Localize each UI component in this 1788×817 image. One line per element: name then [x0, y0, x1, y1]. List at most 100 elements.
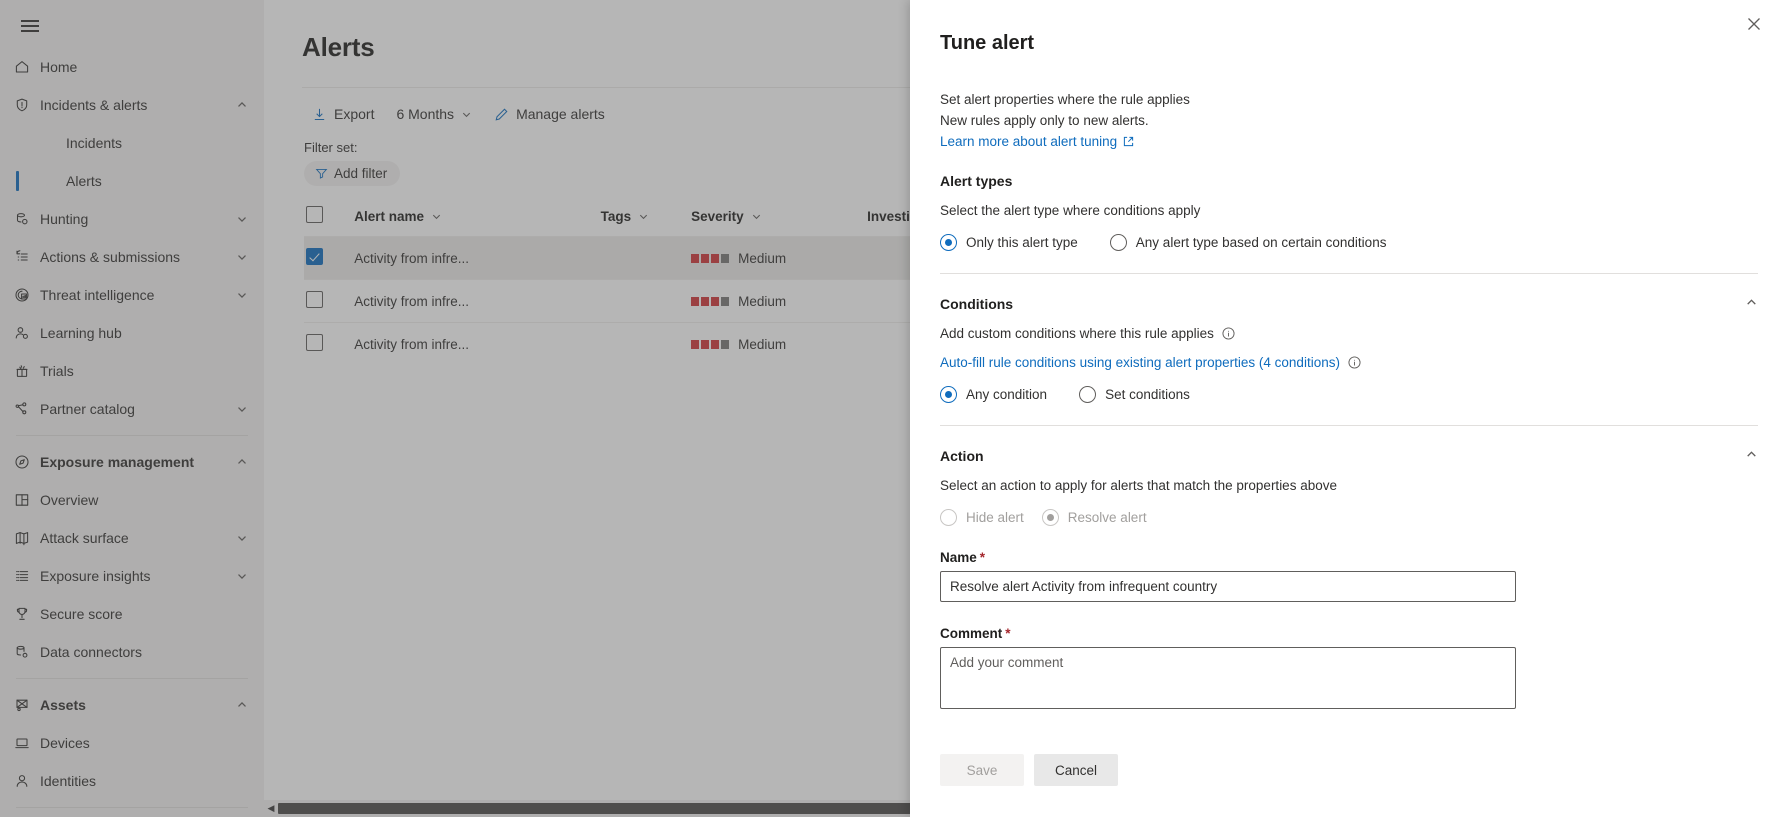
chevron-down-icon[interactable] [234, 532, 250, 544]
section-divider [940, 425, 1758, 426]
sidebar-item-home[interactable]: Home [0, 48, 264, 86]
comment-field-label: Comment* [940, 626, 1758, 641]
row-checkbox[interactable] [306, 291, 323, 308]
sidebar-item-assets[interactable]: Assets [0, 686, 264, 724]
conditions-radio-group: Any condition Set conditions [940, 386, 1758, 403]
panel-intro-line-2: New rules apply only to new alerts. [940, 110, 1758, 131]
panel-footer-buttons: Save Cancel [940, 754, 1758, 786]
chevron-up-icon[interactable] [234, 456, 250, 468]
conditions-heading: Conditions [940, 296, 1013, 312]
sidebar-item-label: Devices [40, 735, 234, 751]
sidebar-item-secure-score[interactable]: Secure score [0, 595, 264, 633]
manage-alerts-button[interactable]: Manage alerts [486, 100, 613, 128]
chevron-down-icon [431, 211, 442, 222]
sidebar-item-trials[interactable]: Trials [0, 352, 264, 390]
chevron-down-icon [461, 109, 472, 120]
severity-bars [691, 254, 729, 263]
tune-alert-panel: Tune alert Set alert properties where th… [910, 0, 1788, 817]
chevron-up-icon[interactable] [1745, 448, 1758, 464]
time-range-label: 6 Months [396, 106, 454, 122]
alert-types-heading-row: Alert types [940, 173, 1758, 189]
row-checkbox-cell [304, 280, 354, 323]
radio-set-conditions[interactable]: Set conditions [1079, 386, 1190, 403]
radio-label: Any alert type based on certain conditio… [1136, 235, 1387, 250]
conditions-heading-row[interactable]: Conditions [940, 296, 1758, 312]
chevron-down-icon[interactable] [234, 251, 250, 263]
filter-icon [315, 167, 328, 180]
cancel-button[interactable]: Cancel [1034, 754, 1118, 786]
cell-tags [601, 323, 692, 366]
sidebar-item-hunting[interactable]: Hunting [0, 200, 264, 238]
required-asterisk: * [1005, 626, 1010, 641]
sidebar-item-exposure-insights[interactable]: Exposure insights [0, 557, 264, 595]
column-severity[interactable]: Severity [691, 200, 867, 237]
chevron-up-icon[interactable] [234, 699, 250, 711]
name-input[interactable] [940, 571, 1516, 602]
sidebar-item-attack-surface[interactable]: Attack surface [0, 519, 264, 557]
cell-severity: Medium [691, 323, 867, 366]
sidebar-item-partner-catalog[interactable]: Partner catalog [0, 390, 264, 428]
action-heading-row[interactable]: Action [940, 448, 1758, 464]
radio-any-alert-type[interactable]: Any alert type based on certain conditio… [1110, 234, 1387, 251]
sidebar-item-data-connectors[interactable]: Data connectors [0, 633, 264, 671]
row-checkbox-cell [304, 323, 354, 366]
menu-icon[interactable] [6, 4, 54, 48]
scroll-left-arrow[interactable]: ◀ [264, 803, 278, 814]
close-icon[interactable] [1738, 8, 1770, 40]
sidebar-item-label: Secure score [40, 606, 234, 622]
radio-any-condition[interactable]: Any condition [940, 386, 1047, 403]
learn-more-link[interactable]: Learn more about alert tuning [940, 134, 1134, 149]
app-root: Home Incidents & alerts IncidentsAlerts Hun… [0, 0, 1788, 817]
name-label-text: Name [940, 550, 977, 565]
chevron-down-icon[interactable] [234, 570, 250, 582]
alert-types-description: Select the alert type where conditions a… [940, 203, 1758, 218]
actions-icon [14, 249, 40, 265]
info-icon[interactable] [1348, 356, 1361, 369]
chevron-down-icon[interactable] [234, 213, 250, 225]
row-checkbox-cell [304, 237, 354, 280]
threat-intel-icon [14, 287, 40, 303]
sidebar-item-incidents[interactable]: Incidents [0, 124, 264, 162]
sidebar-item-label: Data connectors [40, 644, 234, 660]
alert-types-heading: Alert types [940, 173, 1012, 189]
sidebar-item-devices[interactable]: Devices [0, 724, 264, 762]
cell-alert-name[interactable]: Activity from infre... [354, 280, 600, 323]
sidebar-item-label: Hunting [40, 211, 234, 227]
overview-icon [14, 492, 40, 508]
select-all-checkbox[interactable] [306, 206, 323, 223]
sidebar-item-exposure-management[interactable]: Exposure management [0, 443, 264, 481]
radio-label: Any condition [966, 387, 1047, 402]
radio-only-this-alert-type[interactable]: Only this alert type [940, 234, 1078, 251]
row-checkbox[interactable] [306, 334, 323, 351]
autofill-conditions-link[interactable]: Auto-fill rule conditions using existing… [940, 355, 1340, 370]
sidebar-item-label: Trials [40, 363, 234, 379]
info-icon[interactable] [1222, 327, 1235, 340]
action-heading: Action [940, 448, 984, 464]
comment-textarea[interactable] [940, 647, 1516, 709]
sidebar-item-learning-hub[interactable]: Learning hub [0, 314, 264, 352]
radio-resolve-alert: Resolve alert [1042, 509, 1147, 526]
time-range-dropdown[interactable]: 6 Months [388, 100, 480, 128]
insights-icon [14, 568, 40, 584]
chevron-up-icon[interactable] [234, 99, 250, 111]
chevron-down-icon[interactable] [234, 289, 250, 301]
chevron-up-icon[interactable] [1745, 296, 1758, 312]
sidebar-item-identities[interactable]: Identities [0, 762, 264, 800]
column-tags[interactable]: Tags [601, 200, 692, 237]
sidebar-item-actions-submissions[interactable]: Actions & submissions [0, 238, 264, 276]
row-checkbox[interactable] [306, 248, 323, 265]
radio-label: Resolve alert [1068, 510, 1147, 525]
export-button[interactable]: Export [304, 100, 382, 128]
sidebar-item-overview[interactable]: Overview [0, 481, 264, 519]
cell-alert-name[interactable]: Activity from infre... [354, 237, 600, 280]
sidebar-item-incidents-alerts[interactable]: Incidents & alerts [0, 86, 264, 124]
sidebar-item-threat-intelligence[interactable]: Threat intelligence [0, 276, 264, 314]
chevron-down-icon[interactable] [234, 403, 250, 415]
sidebar-item-alerts[interactable]: Alerts [0, 162, 264, 200]
column-alert-name[interactable]: Alert name [354, 200, 600, 237]
add-filter-button[interactable]: Add filter [304, 161, 400, 186]
cell-alert-name[interactable]: Activity from infre... [354, 323, 600, 366]
sidebar-item-label: Incidents & alerts [40, 97, 234, 113]
add-filter-label: Add filter [334, 166, 387, 181]
save-button[interactable]: Save [940, 754, 1024, 786]
